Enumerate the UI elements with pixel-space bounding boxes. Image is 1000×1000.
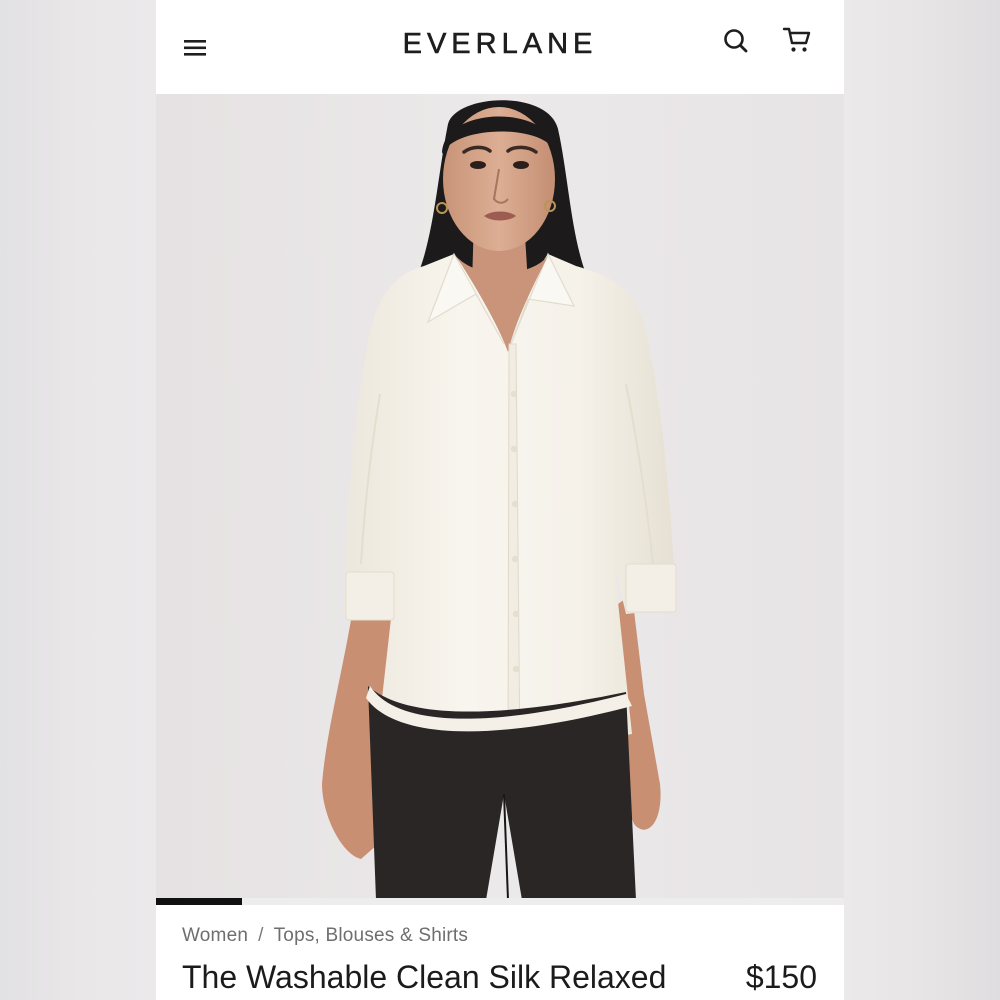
shopping-cart-icon[interactable] (782, 25, 812, 55)
image-carousel-progress[interactable] (156, 898, 844, 905)
carousel-active-indicator (156, 898, 242, 905)
breadcrumb-link-women[interactable]: Women (182, 925, 248, 946)
breadcrumb: Women / Tops, Blouses & Shirts (182, 925, 468, 947)
search-icon[interactable] (722, 27, 750, 55)
product-image[interactable] (156, 94, 844, 900)
breadcrumb-separator: / (258, 925, 264, 946)
breadcrumb-link-tops-blouses-shirts[interactable]: Tops, Blouses & Shirts (274, 925, 468, 946)
top-navigation-bar: EVERLANE (156, 0, 844, 94)
product-title: The Washable Clean Silk Relaxed (182, 959, 667, 995)
product-price: $150 (745, 959, 817, 995)
mobile-page: EVERLANE Women / Tops, Blouses & Shirts … (156, 0, 844, 1000)
